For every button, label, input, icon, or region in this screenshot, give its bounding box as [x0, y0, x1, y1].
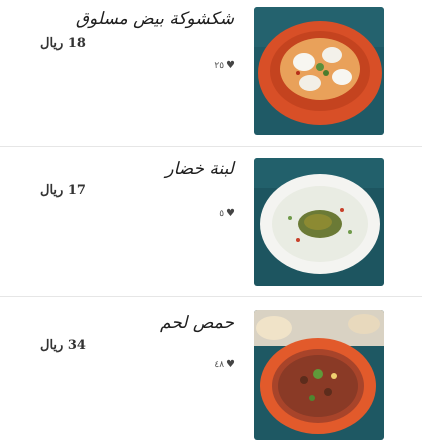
heart-icon: ♥: [226, 60, 235, 71]
dish-photo[interactable]: [254, 310, 384, 440]
menu-item[interactable]: لبنة خضار 17 ريال ٥ ♥: [0, 147, 434, 296]
menu-list: شكشوكة بيض مسلوق 18 ريال ٢٥ ♥ لبنة خضار: [0, 0, 434, 447]
dish-photo-image: [254, 310, 384, 440]
likes-counter[interactable]: ٥ ♥: [219, 208, 235, 220]
dish-price: 17 ريال: [40, 183, 86, 198]
dish-name: لبنة خضار: [165, 159, 234, 179]
menu-item[interactable]: حمص لحم 34 ريال ٤٨ ♥: [0, 297, 434, 447]
likes-counter[interactable]: ٢٥ ♥: [214, 60, 235, 72]
likes-counter[interactable]: ٤٨ ♥: [214, 359, 235, 371]
dish-price: 34 ريال: [40, 338, 86, 353]
heart-icon: ♥: [226, 208, 235, 219]
likes-count: ٢٥: [214, 61, 225, 71]
heart-icon: ♥: [226, 359, 235, 370]
dish-name: حمص لحم: [159, 313, 234, 333]
likes-count: ٥: [219, 209, 225, 219]
dish-photo-image: [254, 158, 384, 286]
dish-photo[interactable]: [254, 7, 384, 135]
dish-price: 18 ريال: [40, 36, 86, 51]
dish-name: شكشوكة بيض مسلوق: [75, 9, 234, 29]
likes-count: ٤٨: [214, 360, 225, 370]
menu-item[interactable]: شكشوكة بيض مسلوق 18 ريال ٢٥ ♥: [0, 0, 434, 146]
dish-photo-image: [254, 7, 384, 135]
dish-photo[interactable]: [254, 158, 384, 286]
